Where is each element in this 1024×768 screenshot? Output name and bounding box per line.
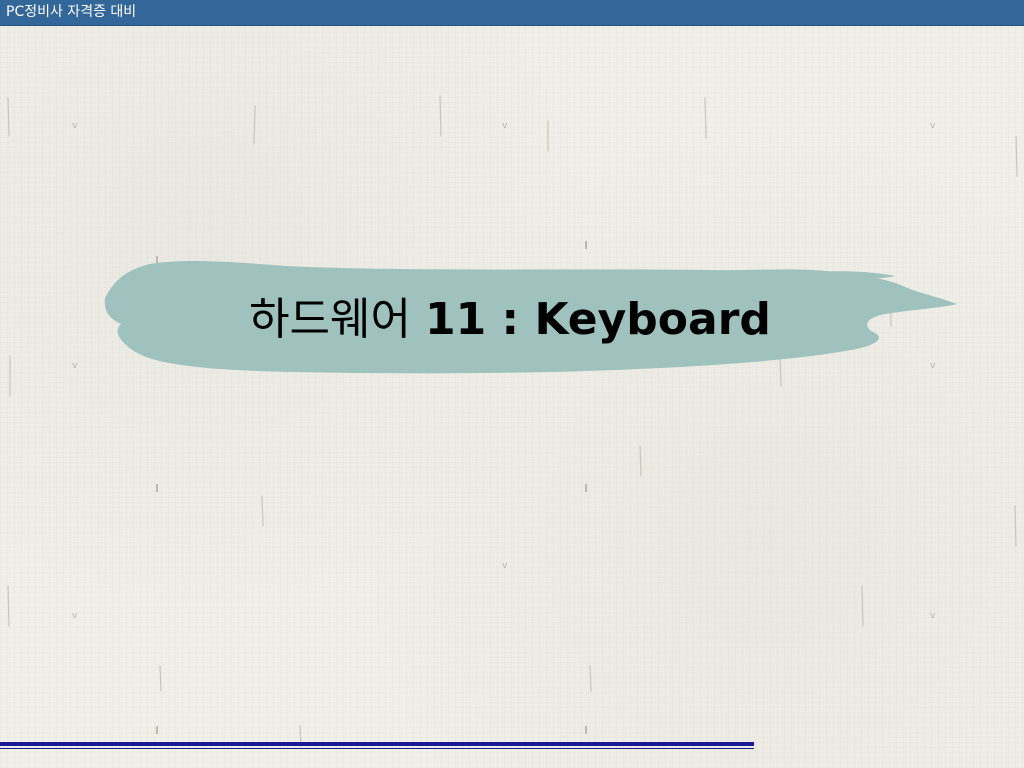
footer-rule (0, 742, 754, 750)
svg-text:v: v (72, 361, 78, 371)
title-prefix: 하드웨어 (249, 294, 425, 345)
paper-texture: v v v v v v v v (7, 95, 1018, 747)
slide-title: 하드웨어 11 : Keyboard (95, 292, 925, 348)
svg-text:v: v (930, 611, 936, 621)
title-banner: 하드웨어 11 : Keyboard (95, 252, 965, 387)
footer-rule-thick (0, 742, 754, 746)
svg-text:v: v (502, 121, 508, 131)
title-main: 11 : Keyboard (424, 294, 771, 345)
footer-rule-thin (0, 748, 754, 749)
svg-text:v: v (930, 121, 936, 131)
header-bar: PC정비사 자격증 대비 (0, 0, 1024, 26)
svg-text:v: v (72, 611, 78, 621)
header-title: PC정비사 자격증 대비 (6, 4, 137, 20)
svg-text:v: v (502, 561, 508, 571)
svg-text:v: v (72, 121, 78, 131)
